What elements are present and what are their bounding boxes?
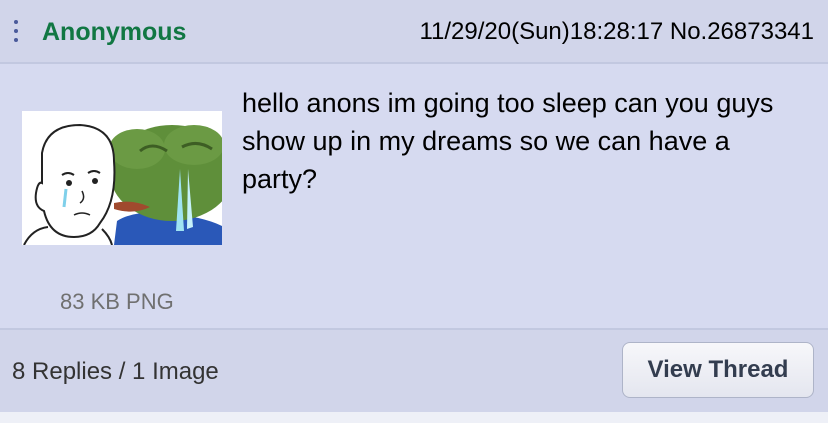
post-card: Anonymous 11/29/20(Sun)18:28:17 No.26873… [0, 0, 828, 412]
menu-dots-icon[interactable] [12, 20, 20, 46]
sad-wojak-pepe-hug-image [22, 111, 222, 245]
file-info: 83 KB PNG [60, 289, 174, 314]
post-datetime: 11/29/20(Sun)18:28:17 [419, 18, 664, 45]
post-thumbnail[interactable] [22, 111, 222, 245]
post-body: 83 KB PNG hello anons im going too sleep… [0, 64, 828, 326]
post-message: hello anons im going too sleep can you g… [242, 88, 774, 194]
post-footer: 8 Replies / 1 Image View Thread [0, 328, 828, 412]
view-thread-button[interactable]: View Thread [622, 342, 814, 398]
post-header: Anonymous 11/29/20(Sun)18:28:17 No.26873… [0, 0, 828, 64]
reply-count: 8 Replies / 1 Image [12, 358, 219, 385]
poster-name: Anonymous [42, 18, 187, 46]
post-number[interactable]: No.26873341 [670, 18, 814, 45]
post-meta: 11/29/20(Sun)18:28:17 No.26873341 [419, 18, 814, 46]
